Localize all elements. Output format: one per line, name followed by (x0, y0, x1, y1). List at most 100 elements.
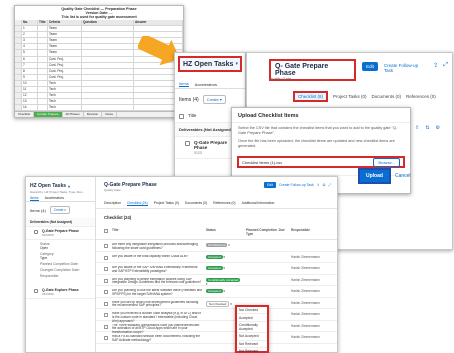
row-checkbox[interactable] (104, 290, 108, 294)
excel-sheet-tab[interactable]: Checklist (15, 112, 35, 117)
list-item[interactable]: Q-Gate Prepare Phase 0123456 (26, 227, 95, 240)
excel-cell[interactable] (38, 62, 48, 68)
excel-cell[interactable]: Cust. Proj. (48, 56, 82, 62)
status-badge[interactable]: Accepted (206, 266, 223, 270)
fullscreen-icon[interactable]: ⤢ (328, 183, 331, 187)
excel-cell[interactable] (38, 26, 48, 32)
excel-cell[interactable]: 14 (22, 105, 38, 111)
excel-cell[interactable] (134, 26, 183, 32)
sort-icon[interactable]: ⇅ (425, 125, 435, 131)
excel-cell[interactable] (82, 44, 134, 50)
chevron-down-icon[interactable]: ▾ (223, 255, 225, 259)
row-checkbox[interactable] (104, 336, 108, 340)
settings-icon[interactable]: ⚙ (436, 125, 446, 131)
status-badge[interactable]: Accepted (206, 254, 223, 259)
excel-cell[interactable] (82, 93, 134, 99)
excel-sheet-tab[interactable]: Notes (102, 112, 118, 117)
tab-references[interactable]: References (0) (406, 91, 436, 102)
excel-cell[interactable]: Team (48, 26, 82, 32)
excel-cell[interactable]: 1 (22, 26, 38, 32)
tab-documents[interactable]: Documents (0) (371, 91, 401, 102)
chevron-down-icon[interactable]: ▾ (206, 282, 208, 286)
excel-cell[interactable]: Tech (48, 87, 82, 93)
excel-cell[interactable]: 8 (22, 68, 38, 74)
excel-cell[interactable] (38, 68, 48, 74)
excel-cell[interactable]: 5 (22, 50, 38, 56)
browse-button[interactable]: Browse... (373, 157, 400, 167)
excel-sheet-tab[interactable]: Q-Gate Prepare (34, 112, 63, 117)
status-badge[interactable]: Not Relevant (206, 243, 228, 247)
row-checkbox[interactable] (104, 313, 108, 317)
tab-accelerators[interactable]: Accelerators (195, 82, 217, 87)
excel-cell[interactable] (38, 87, 48, 93)
table-row[interactable]: Are you planning to define integration p… (96, 275, 337, 286)
excel-cell[interactable] (82, 80, 134, 87)
qgate-tab[interactable]: Description (104, 201, 121, 206)
chevron-down-icon[interactable]: ▾ (223, 289, 225, 293)
excel-cell[interactable] (82, 68, 134, 74)
excel-cell[interactable]: 11 (22, 87, 38, 93)
excel-cell[interactable] (38, 32, 48, 38)
status-cell[interactable]: Conditionally Accepted ▾ (202, 277, 242, 286)
status-option[interactable]: Not Relevant (237, 341, 267, 348)
excel-cell[interactable]: Team (48, 50, 82, 56)
tab-accelerators[interactable]: Accelerators (45, 196, 64, 200)
row-checkbox[interactable] (104, 255, 108, 260)
excel-cell[interactable]: 10 (22, 80, 38, 87)
qgate-tab[interactable]: Checklist (24) (126, 201, 148, 206)
bottom-tasks-title[interactable]: HZ Open Tasks ▾ (26, 177, 95, 189)
excel-cell[interactable]: 12 (22, 93, 38, 99)
chevron-down-icon[interactable]: ▾ (235, 61, 238, 67)
excel-cell[interactable] (38, 44, 48, 50)
item-checkbox[interactable] (34, 230, 38, 234)
excel-cell[interactable] (82, 38, 134, 44)
status-badge[interactable]: Not Checked (206, 300, 230, 307)
status-option[interactable]: Conditionally Accepted (237, 322, 267, 334)
chevron-down-icon[interactable]: ▾ (223, 266, 225, 270)
excel-cell[interactable]: Team (48, 38, 82, 44)
excel-cell[interactable]: Cust. Proj. (48, 62, 82, 68)
create-followup-button[interactable]: Create Follow-up Task (279, 183, 314, 187)
status-option[interactable]: Not Relevant (237, 348, 267, 353)
status-cell[interactable]: Accepted ▾ (202, 266, 242, 270)
row-checkbox[interactable] (104, 267, 108, 271)
row-checkbox[interactable] (104, 278, 108, 283)
excel-sheet-tab[interactable]: Revision (84, 112, 103, 117)
tab-items[interactable]: Items (30, 196, 39, 201)
status-cell[interactable]: Not Relevant ▾ (202, 243, 242, 247)
tab-items[interactable]: Items (179, 81, 189, 87)
tab-project-tasks[interactable]: Project Tasks (0) (333, 91, 366, 102)
excel-cell[interactable]: Team (48, 44, 82, 50)
excel-cell[interactable] (82, 99, 134, 105)
table-row[interactable]: Have you received a custom code analysis… (96, 309, 337, 323)
excel-cell[interactable] (82, 56, 134, 62)
qgate-tab[interactable]: Project Tasks (0) (154, 201, 179, 206)
excel-cell[interactable]: 4 (22, 44, 38, 50)
status-dropdown[interactable]: Not Checked Accepted Conditionally Accepte… (235, 305, 269, 353)
excel-cell[interactable]: 9 (22, 74, 38, 80)
status-badge[interactable]: Conditionally Accepted (206, 277, 241, 282)
copy-icon[interactable]: ⧉ (323, 183, 326, 187)
qgate-tab[interactable]: References (0) (213, 201, 235, 206)
excel-cell[interactable] (38, 50, 48, 56)
excel-cell[interactable]: Tech (48, 105, 82, 111)
excel-cell[interactable]: Cust. Proj. (48, 68, 82, 74)
cancel-button[interactable]: Cancel (395, 173, 411, 179)
item-checkbox[interactable] (34, 289, 38, 293)
excel-cell[interactable]: Tech (48, 99, 82, 105)
file-name-field[interactable]: Checklist Items (1).csv (242, 160, 373, 165)
edit-button[interactable]: Edit (263, 182, 276, 188)
select-all-checkbox[interactable] (104, 229, 108, 233)
excel-cell[interactable]: 3 (22, 38, 38, 44)
table-row[interactable]: Have you set up clean core development g… (96, 298, 337, 309)
excel-cell[interactable]: 6 (22, 56, 38, 62)
chevron-down-icon[interactable]: ▾ (229, 302, 232, 306)
excel-sheet-tab[interactable]: All Phases (63, 112, 84, 117)
status-option[interactable]: Not Checked (237, 307, 267, 315)
excel-cell[interactable]: 2 (22, 32, 38, 38)
excel-cell[interactable]: Tech (48, 80, 82, 87)
table-row[interactable]: Are you planning to use the latest softw… (96, 286, 337, 298)
excel-cell[interactable] (38, 74, 48, 80)
upload-icon[interactable]: ⇧ (415, 125, 425, 131)
status-option[interactable]: Not Accepted (237, 333, 267, 341)
